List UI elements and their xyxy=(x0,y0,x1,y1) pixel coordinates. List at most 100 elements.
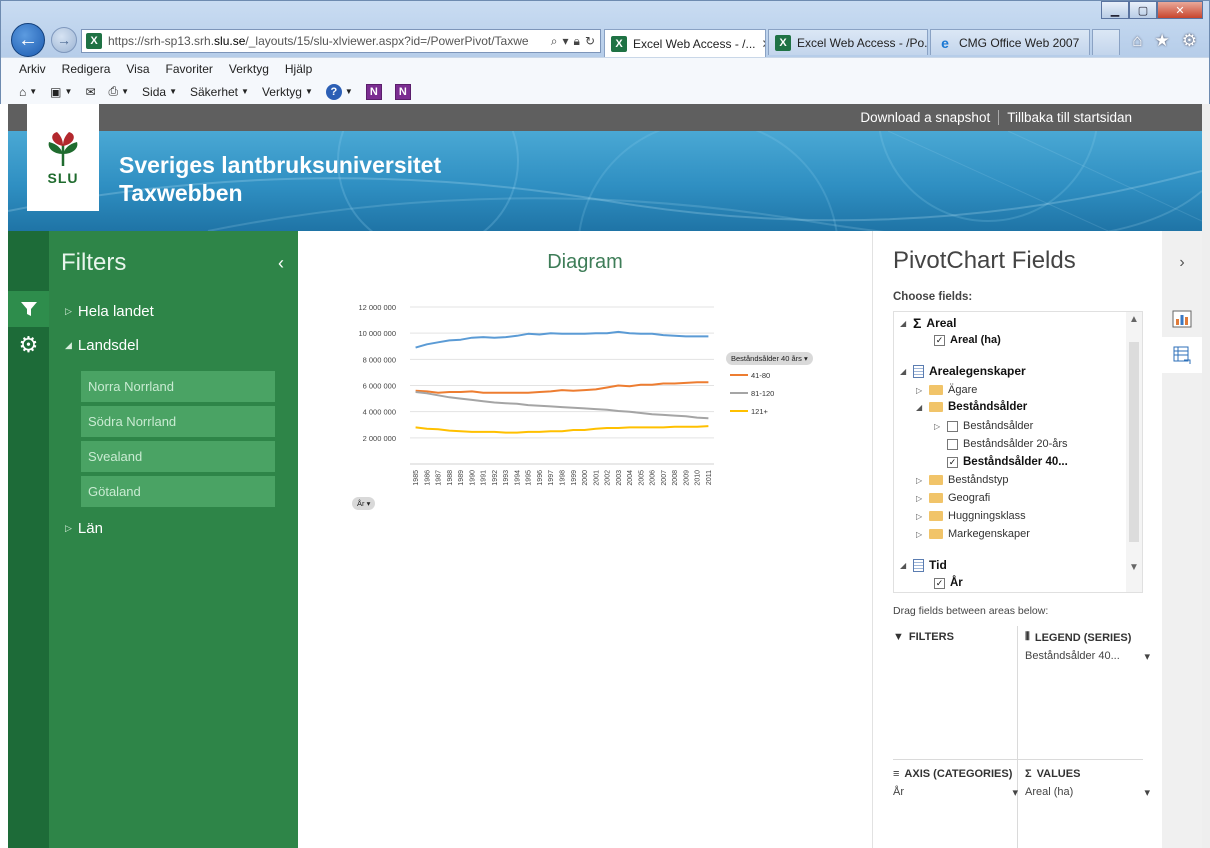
home-icon[interactable]: ⌂ xyxy=(1132,31,1142,51)
area-label: FILTERS xyxy=(908,631,954,643)
chart-icon[interactable] xyxy=(1162,301,1202,337)
settings-gear-icon[interactable]: ⚙ xyxy=(1182,31,1197,51)
minimize-button[interactable]: ▁ xyxy=(1101,1,1129,19)
legend-field-chip[interactable]: Beståndsålder 40... ▾ xyxy=(1025,650,1150,663)
filter-node-landsdel[interactable]: ◢ Landsdel xyxy=(65,337,139,354)
menu-favoriter[interactable]: Favoriter xyxy=(166,62,213,76)
browser-tab-2[interactable]: X Excel Web Access - /Po... xyxy=(768,29,928,55)
url-path: /_layouts/15/slu-xlviewer.aspx?id=/Power… xyxy=(245,34,529,48)
refresh-icon[interactable]: ↻ xyxy=(585,34,595,49)
menu-visa[interactable]: Visa xyxy=(126,62,149,76)
area-value: År xyxy=(893,786,904,798)
page-menu[interactable]: Sida ▼ xyxy=(142,85,177,99)
collapse-chevron-icon[interactable]: ‹ xyxy=(278,253,284,274)
mail-cmd-button[interactable]: ✉ xyxy=(85,85,95,99)
axis-categories-area[interactable]: ≡ AXIS (CATEGORIES) År ▾ xyxy=(893,768,1018,799)
url-text[interactable]: https://srh-sp13.srh.slu.se/_layouts/15/… xyxy=(108,34,545,48)
checkbox-checked[interactable]: ✓ xyxy=(947,456,958,468)
feeds-cmd-button[interactable]: ▣ ▼ xyxy=(50,85,72,99)
menu-hjalp[interactable]: Hjälp xyxy=(285,62,312,76)
page-scrollbar[interactable] xyxy=(1202,104,1210,848)
scrollbar-thumb[interactable] xyxy=(1129,342,1139,542)
filter-chip-norra-norrland[interactable]: Norra Norrland xyxy=(81,371,275,402)
maximize-button[interactable]: ▢ xyxy=(1129,1,1157,19)
ie-icon: e xyxy=(941,34,949,51)
values-field-chip[interactable]: Areal (ha) ▾ xyxy=(1025,786,1150,799)
close-tab-icon[interactable]: ✕ xyxy=(761,37,765,51)
x-tick-label: 1996 xyxy=(537,470,544,486)
checkbox-checked[interactable]: ✓ xyxy=(934,577,945,589)
field-folder-bestandsalder[interactable]: ◢ Beståndsålder xyxy=(916,401,1027,413)
axis-field-button[interactable]: År ▾ xyxy=(352,497,376,510)
menu-arkiv[interactable]: Arkiv xyxy=(19,62,46,76)
download-snapshot-link[interactable]: Download a snapshot xyxy=(860,110,990,125)
address-bar[interactable]: X https://srh-sp13.srh.slu.se/_layouts/1… xyxy=(81,29,601,53)
browser-tab-3[interactable]: e CMG Office Web 2007 xyxy=(930,29,1090,55)
x-tick-label: 2004 xyxy=(627,470,634,486)
dropdown-arrow-icon[interactable]: ▾ xyxy=(563,34,569,49)
help-cmd-button[interactable]: ? ▼ xyxy=(325,83,353,100)
filter-node-hela-landet[interactable]: ▷ Hela landet xyxy=(65,303,154,320)
field-folder-huggningsklass[interactable]: ▷ Huggningsklass xyxy=(916,510,1026,522)
help-icon: ? xyxy=(325,83,342,100)
checkbox-unchecked[interactable] xyxy=(947,438,958,450)
field-folder-agare[interactable]: ▷ Ägare xyxy=(916,384,977,396)
legend-field-button[interactable]: Beståndsålder 40 års ▾ xyxy=(726,352,813,365)
field-folder-markegenskaper[interactable]: ▷ Markegenskaper xyxy=(916,528,1030,540)
field-list-scrollbar[interactable]: ▲ ▼ xyxy=(1126,312,1142,592)
folder-open-icon xyxy=(929,402,943,412)
filter-chip-svealand[interactable]: Svealand xyxy=(81,441,275,472)
field-group-label: Tid xyxy=(929,558,947,572)
field-item-bestandsalder-40[interactable]: ✓ Beståndsålder 40... xyxy=(947,456,1068,468)
filter-funnel-icon: ▼ xyxy=(893,631,904,643)
print-cmd-button[interactable]: ⎙ ▼ xyxy=(109,84,130,99)
field-group-arealegenskaper[interactable]: ◢ Arealegenskaper xyxy=(900,364,1026,378)
legend-series-area[interactable]: ⦀ LEGEND (SERIES) Beståndsålder 40... ▾ xyxy=(1025,631,1150,663)
scroll-up-icon[interactable]: ▲ xyxy=(1129,314,1139,325)
home-cmd-button[interactable]: ⌂ ▼ xyxy=(19,85,37,99)
back-to-start-link[interactable]: Tillbaka till startsidan xyxy=(1007,110,1132,125)
values-area[interactable]: Σ VALUES Areal (ha) ▾ xyxy=(1025,768,1150,799)
onenote-icon[interactable]: N xyxy=(365,83,382,100)
field-list-icon[interactable] xyxy=(1162,337,1202,373)
checkbox-checked[interactable]: ✓ xyxy=(934,334,945,346)
slu-logo[interactable]: SLU xyxy=(27,104,99,211)
filter-chip-gotaland[interactable]: Götaland xyxy=(81,476,275,507)
safety-menu[interactable]: Säkerhet ▼ xyxy=(190,85,249,99)
field-group-areal[interactable]: ◢ Σ Areal xyxy=(900,315,956,331)
menu-verktyg[interactable]: Verktyg xyxy=(229,62,269,76)
favorites-star-icon[interactable]: ★ xyxy=(1155,31,1170,51)
field-item-bestandsalder-20[interactable]: Beståndsålder 20-års xyxy=(947,438,1068,450)
x-tick-label: 1990 xyxy=(469,470,476,486)
new-tab-button[interactable] xyxy=(1092,29,1120,55)
browser-tab-1[interactable]: X Excel Web Access - /... ✕ xyxy=(604,29,766,57)
onenote-linked-icon[interactable]: N xyxy=(394,83,411,100)
lock-icon[interactable]: 🔒︎ xyxy=(574,34,580,49)
checkbox-unchecked[interactable] xyxy=(947,420,958,432)
field-folder-geografi[interactable]: ▷ Geografi xyxy=(916,492,990,504)
line-chart[interactable]: 2 000 000 4 000 000 6 000 000 8 000 000 10 0… xyxy=(298,281,872,531)
menu-redigera[interactable]: Redigera xyxy=(62,62,111,76)
field-item-bestandsalder[interactable]: ▷ Beståndsålder xyxy=(934,420,1033,432)
filter-chip-sodra-norrland[interactable]: Södra Norrland xyxy=(81,406,275,437)
filter-node-label: Hela landet xyxy=(77,303,154,320)
field-item-areal-ha[interactable]: ✓ Areal (ha) xyxy=(934,334,1001,346)
axis-field-chip[interactable]: År ▾ xyxy=(893,786,1018,799)
tools-menu[interactable]: Verktyg ▼ xyxy=(262,85,313,99)
search-icon[interactable]: ⌕ xyxy=(551,34,558,49)
field-item-ar[interactable]: ✓ År xyxy=(934,577,963,589)
forward-button[interactable]: → xyxy=(51,27,77,53)
close-window-button[interactable]: ✕ xyxy=(1157,1,1203,19)
x-tick-label: 2001 xyxy=(593,470,600,486)
back-button[interactable]: ← xyxy=(11,23,45,57)
field-group-tid[interactable]: ◢ Tid xyxy=(900,558,947,572)
settings-gear-icon[interactable]: ⚙ xyxy=(8,327,49,363)
filters-area[interactable]: ▼ FILTERS xyxy=(893,631,1018,643)
field-item-label: Beståndsålder 40... xyxy=(963,456,1068,468)
scroll-down-icon[interactable]: ▼ xyxy=(1129,562,1139,573)
right-rail: › xyxy=(1162,231,1202,848)
filter-funnel-icon[interactable] xyxy=(8,291,49,327)
expand-chevron-icon[interactable]: › xyxy=(1162,245,1202,281)
field-folder-bestandstyp[interactable]: ▷ Beståndstyp xyxy=(916,474,1009,486)
filter-node-lan[interactable]: ▷ Län xyxy=(65,520,103,537)
